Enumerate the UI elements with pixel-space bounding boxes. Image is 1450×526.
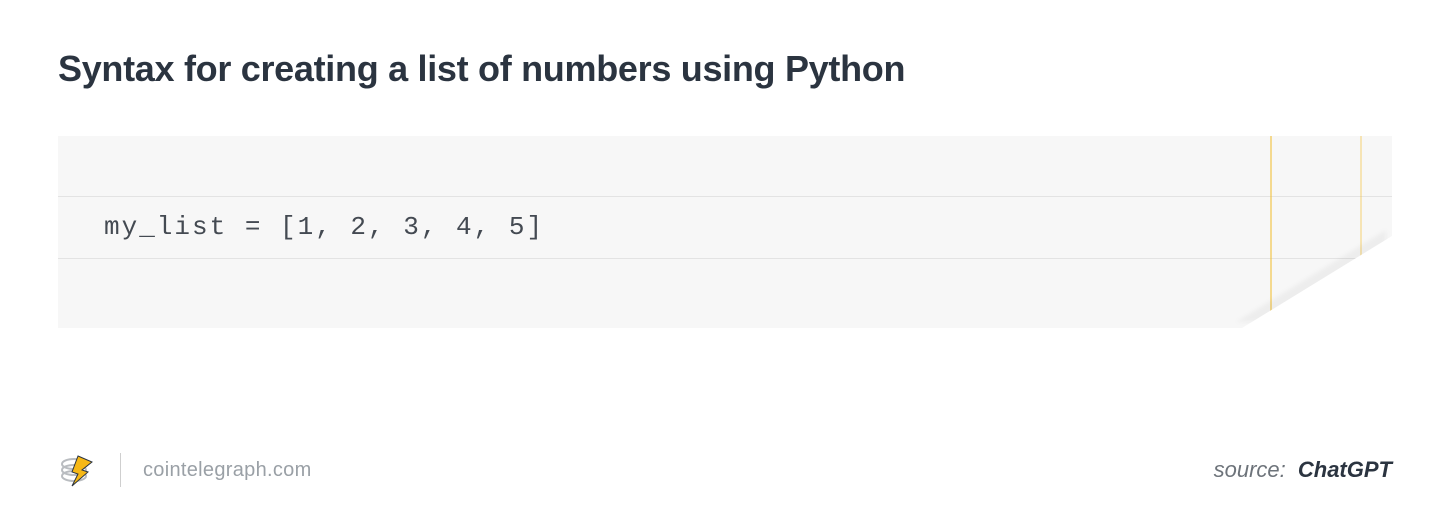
cointelegraph-logo-icon (58, 450, 98, 490)
code-block: my_list = [1, 2, 3, 4, 5] (58, 136, 1392, 328)
site-label: cointelegraph.com (143, 459, 312, 482)
footer: cointelegraph.com source: ChatGPT (58, 450, 1392, 490)
code-line: my_list = [1, 2, 3, 4, 5] (104, 212, 544, 242)
footer-divider (120, 453, 121, 487)
page-title: Syntax for creating a list of numbers us… (58, 48, 1392, 90)
footer-left: cointelegraph.com (58, 450, 312, 490)
ruled-line (58, 258, 1392, 259)
ruled-line (58, 196, 1392, 197)
page-fold (1242, 236, 1392, 328)
source-label: source: (1214, 457, 1286, 482)
source-value: ChatGPT (1298, 457, 1392, 482)
source-attribution: source: ChatGPT (1214, 457, 1392, 483)
